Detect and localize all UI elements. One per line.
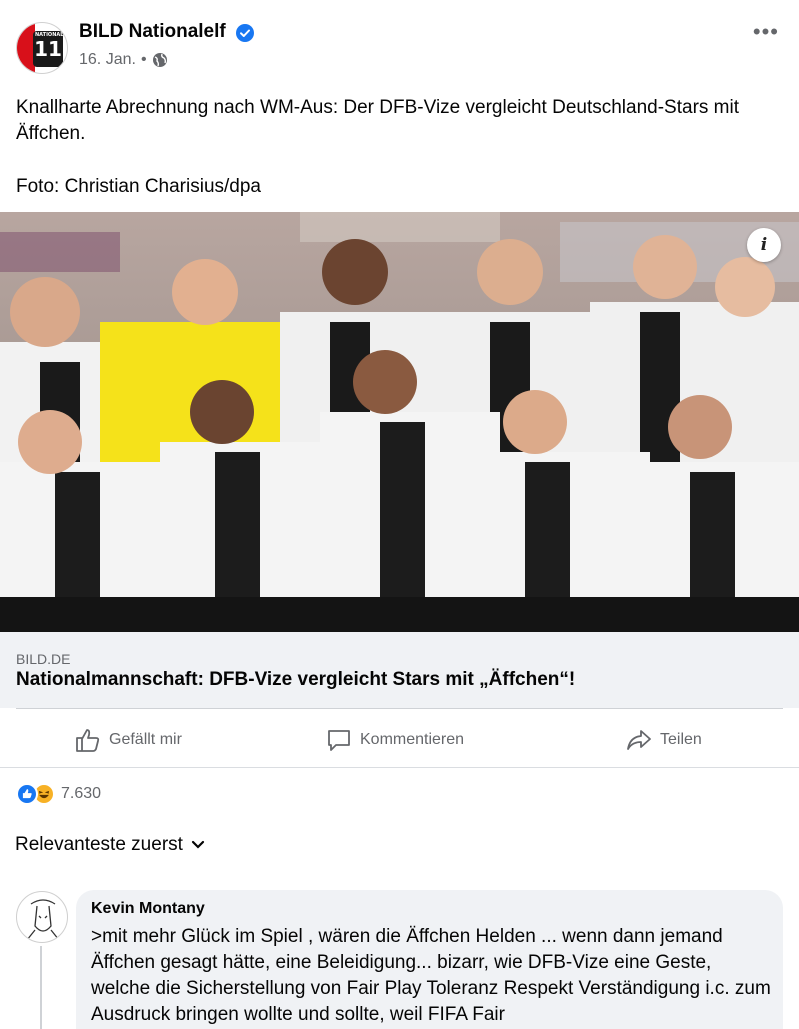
meta-separator: • xyxy=(140,51,147,68)
avatar-badge: NATIONAL 11 xyxy=(33,31,63,67)
page-name-link[interactable]: BILD Nationalelf xyxy=(79,21,226,43)
reaction-count: 7.630 xyxy=(61,785,102,802)
comment-button[interactable]: Kommentieren xyxy=(326,726,464,754)
share-arrow-icon xyxy=(627,730,651,750)
post-action-bar: Gefällt mir Kommentieren Teilen xyxy=(0,712,799,768)
comment-sort-dropdown[interactable]: Relevanteste zuerst xyxy=(15,834,205,856)
comment-bubble-icon xyxy=(328,730,350,751)
post-date[interactable]: 16. Jan. xyxy=(79,51,136,69)
comment-thread-line xyxy=(40,946,42,1029)
share-button[interactable]: Teilen xyxy=(626,726,702,754)
page-avatar[interactable]: NATIONAL 11 xyxy=(16,22,68,74)
avatar-number: 11 xyxy=(34,37,62,61)
comment-label: Kommentieren xyxy=(360,731,465,748)
post-photo-credit: Foto: Christian Charisius/dpa xyxy=(16,176,261,197)
sort-label: Relevanteste zuerst xyxy=(15,834,183,855)
like-label: Gefällt mir xyxy=(109,731,182,748)
post-image[interactable] xyxy=(0,212,799,632)
commenter-avatar[interactable] xyxy=(16,891,68,943)
link-title[interactable]: Nationalmannschaft: DFB-Vize vergleicht … xyxy=(16,669,575,691)
share-label: Teilen xyxy=(660,731,702,748)
sketch-portrait-icon xyxy=(26,899,60,941)
link-divider xyxy=(16,708,783,709)
like-reaction-icon xyxy=(16,783,38,805)
image-info-icon[interactable]: i xyxy=(747,228,781,262)
like-button[interactable]: Gefällt mir xyxy=(75,726,182,754)
more-options-icon[interactable]: ••• xyxy=(753,21,779,43)
reactions-summary[interactable]: 7.630 xyxy=(16,783,101,805)
chevron-down-icon xyxy=(191,840,205,849)
link-domain: BILD.DE xyxy=(16,651,71,667)
thumbs-up-icon xyxy=(76,729,100,752)
globe-icon xyxy=(152,53,167,67)
post-meta: 16. Jan. • xyxy=(79,51,168,69)
verified-badge-icon xyxy=(236,24,254,42)
comment-text: >mit mehr Glück im Spiel , wären die Äff… xyxy=(91,926,771,1025)
avatar-small-text: NATIONAL xyxy=(35,32,64,38)
team-photo-graphic xyxy=(0,212,799,632)
comment-author[interactable]: Kevin Montany xyxy=(91,900,205,918)
post-header: NATIONAL 11 BILD Nationalelf 16. Jan. • … xyxy=(0,0,799,92)
post-body-text: Knallharte Abrechnung nach WM-Aus: Der D… xyxy=(16,97,740,144)
